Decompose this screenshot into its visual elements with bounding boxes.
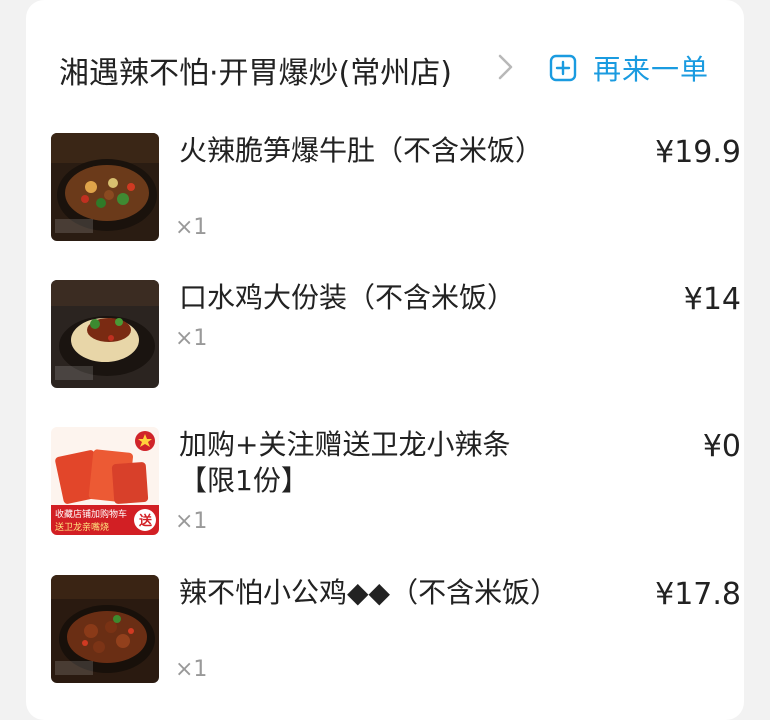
order-item[interactable]: 收藏店铺加购物车 送卫龙亲嘴烧 送 加购+关注赠送卫龙小辣条【限1份】 ×1 ¥… <box>51 427 741 537</box>
item-image <box>51 575 159 683</box>
item-quantity: ×1 <box>175 326 208 351</box>
item-quantity: ×1 <box>175 215 208 240</box>
item-image: 收藏店铺加购物车 送卫龙亲嘴烧 送 <box>51 427 159 535</box>
reorder-label: 再来一单 <box>593 53 710 86</box>
order-item[interactable]: 辣不怕小公鸡◆◆（不含米饭） ×1 ¥17.8 <box>51 575 741 685</box>
order-header: 湘遇辣不怕·开胃爆炒(常州店) 再来一单 <box>26 0 744 132</box>
order-card: 湘遇辣不怕·开胃爆炒(常州店) 再来一单 火辣脆笋爆牛肚（不含米饭） ×1 ¥1… <box>26 0 744 720</box>
item-name: 口水鸡大份装（不含米饭） <box>179 281 516 314</box>
reorder-button[interactable]: 再来一单 <box>549 50 709 86</box>
image-caption-1: 收藏店铺加购物车 <box>55 508 127 520</box>
order-item[interactable]: 火辣脆笋爆牛肚（不含米饭） ×1 ¥19.9 <box>51 133 741 243</box>
item-price: ¥17.8 <box>655 577 741 612</box>
item-image <box>51 133 159 241</box>
image-badge: 送 <box>138 513 153 529</box>
image-caption-2: 送卫龙亲嘴烧 <box>55 521 109 533</box>
item-quantity: ×1 <box>175 509 208 534</box>
item-image <box>51 280 159 388</box>
item-name: 加购+关注赠送卫龙小辣条【限1份】 <box>179 428 511 497</box>
item-quantity: ×1 <box>175 657 208 682</box>
chevron-right-icon[interactable] <box>496 52 516 82</box>
store-name-link[interactable]: 湘遇辣不怕·开胃爆炒(常州店) <box>59 48 452 92</box>
item-price: ¥0 <box>702 429 741 464</box>
plus-square-icon <box>549 54 577 82</box>
item-name: 辣不怕小公鸡◆◆（不含米饭） <box>179 576 559 609</box>
item-price: ¥19.9 <box>655 135 741 170</box>
item-name: 火辣脆笋爆牛肚（不含米饭） <box>179 134 544 167</box>
order-item[interactable]: 口水鸡大份装（不含米饭） ×1 ¥14 <box>51 280 741 390</box>
item-price: ¥14 <box>683 282 741 317</box>
